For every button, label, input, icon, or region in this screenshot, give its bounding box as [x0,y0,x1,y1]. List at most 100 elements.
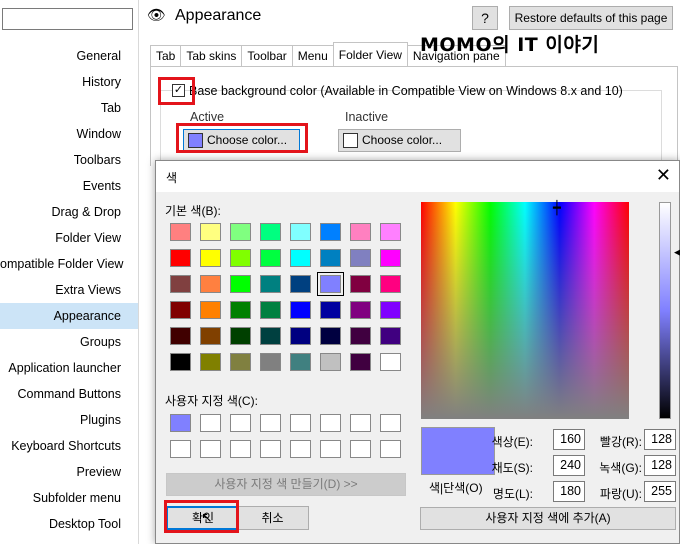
custom-color-swatch[interactable] [230,440,251,458]
custom-color-swatch[interactable] [380,440,401,458]
basic-color-swatch[interactable] [200,327,221,345]
basic-color-swatch[interactable] [200,275,221,293]
color-spectrum[interactable] [421,202,629,419]
basic-color-swatch[interactable] [350,275,371,293]
basic-color-swatch[interactable] [350,353,371,371]
custom-color-swatch[interactable] [170,414,191,432]
add-to-custom-colors-button[interactable]: 사용자 지정 색에 추가(A) [420,507,676,530]
sidebar-item-keyboard-shortcuts[interactable]: Keyboard Shortcuts [0,433,138,459]
basic-color-swatch[interactable] [260,327,281,345]
custom-color-swatch[interactable] [200,440,221,458]
basic-color-swatch[interactable] [290,353,311,371]
basic-color-swatch[interactable] [290,327,311,345]
sidebar-item-window[interactable]: Window [0,121,138,147]
basic-color-swatch[interactable] [230,223,251,241]
basic-color-swatch[interactable] [320,301,341,319]
sidebar-item-desktop-tool[interactable]: Desktop Tool [0,511,138,537]
basic-color-swatch[interactable] [350,301,371,319]
basic-color-swatch[interactable] [290,249,311,267]
sidebar-item-application-launcher[interactable]: Application launcher [0,355,138,381]
custom-color-swatch[interactable] [350,440,371,458]
basic-color-swatch[interactable] [290,301,311,319]
basic-color-swatch[interactable] [380,275,401,293]
blue-field[interactable]: 255 [644,481,676,502]
sidebar-item-drag-drop[interactable]: Drag & Drop [0,199,138,225]
sidebar-item-history[interactable]: History [0,69,138,95]
basic-color-swatch[interactable] [230,275,251,293]
sidebar-item-toolbars[interactable]: Toolbars [0,147,138,173]
basic-color-swatch[interactable] [290,275,311,293]
red-field[interactable]: 128 [644,429,676,450]
basic-color-swatch[interactable] [200,301,221,319]
basic-color-swatch[interactable] [170,223,191,241]
basic-color-swatch[interactable] [170,301,191,319]
basic-color-swatch[interactable] [350,249,371,267]
sidebar-item-tab[interactable]: Tab [0,95,138,121]
basic-color-swatch[interactable] [260,249,281,267]
custom-color-swatch[interactable] [320,440,341,458]
basic-color-swatch[interactable] [380,223,401,241]
sidebar-item-plugins[interactable]: Plugins [0,407,138,433]
tab-menu[interactable]: Menu [291,45,334,66]
slider-arrow-icon[interactable]: ◀ [674,244,680,260]
custom-color-swatch[interactable] [170,440,191,458]
basic-color-swatch[interactable] [317,272,344,296]
basic-color-swatch[interactable] [200,353,221,371]
basic-color-swatch[interactable] [260,353,281,371]
basic-color-swatch[interactable] [230,327,251,345]
custom-color-swatch[interactable] [260,414,281,432]
basic-color-swatch[interactable] [380,353,401,371]
sidebar-item-command-buttons[interactable]: Command Buttons [0,381,138,407]
restore-defaults-button[interactable]: Restore defaults of this page [509,6,673,30]
basic-color-swatch[interactable] [230,301,251,319]
basic-color-swatch[interactable] [200,223,221,241]
saturation-field[interactable]: 240 [553,455,585,476]
basic-color-swatch[interactable] [260,301,281,319]
close-icon[interactable]: ✕ [656,165,671,185]
basic-color-swatch[interactable] [170,353,191,371]
luminosity-field[interactable]: 180 [553,481,585,502]
custom-color-swatch[interactable] [260,440,281,458]
basic-color-swatch[interactable] [350,327,371,345]
basic-color-swatch[interactable] [320,223,341,241]
custom-color-swatch[interactable] [380,414,401,432]
basic-color-swatch[interactable] [320,353,341,371]
sidebar-search-input[interactable] [2,8,133,30]
basic-color-swatch[interactable] [230,353,251,371]
sidebar-item-extra-views[interactable]: Extra Views [0,277,138,303]
tab-tab-skins[interactable]: Tab skins [180,45,243,66]
hue-field[interactable]: 160 [553,429,585,450]
sidebar-item-groups[interactable]: Groups [0,329,138,355]
basic-color-swatch[interactable] [290,223,311,241]
sidebar-item-events[interactable]: Events [0,173,138,199]
tab-toolbar[interactable]: Toolbar [241,45,293,66]
base-background-checkbox[interactable]: ✓ [172,84,185,97]
inactive-choose-color-button[interactable]: Choose color... [338,129,461,152]
basic-color-swatch[interactable] [380,301,401,319]
tab-tab[interactable]: Tab [150,45,182,66]
cancel-button[interactable]: 취소 [236,506,309,530]
sidebar-item-appearance[interactable]: Appearance [0,303,138,329]
basic-color-swatch[interactable] [350,223,371,241]
basic-color-swatch[interactable] [260,275,281,293]
basic-color-swatch[interactable] [230,249,251,267]
basic-color-swatch[interactable] [170,327,191,345]
basic-color-swatch[interactable] [320,327,341,345]
luminosity-slider[interactable] [659,202,671,419]
basic-color-swatch[interactable] [320,249,341,267]
sidebar-item-folder-view[interactable]: Folder View [0,225,138,251]
sidebar-item-subfolder-menu[interactable]: Subfolder menu [0,485,138,511]
custom-color-swatch[interactable] [230,414,251,432]
green-field[interactable]: 128 [644,455,676,476]
active-choose-color-button[interactable]: Choose color... [183,129,300,152]
basic-color-swatch[interactable] [200,249,221,267]
custom-color-swatch[interactable] [200,414,221,432]
sidebar-item-general[interactable]: General [0,43,138,69]
basic-color-swatch[interactable] [170,249,191,267]
basic-color-swatch[interactable] [260,223,281,241]
custom-color-swatch[interactable] [290,440,311,458]
sidebar-item-ompatible-folder-view[interactable]: ompatible Folder View [0,251,138,277]
define-custom-colors-button[interactable]: 사용자 지정 색 만들기(D) >> [166,473,406,496]
basic-color-swatch[interactable] [170,275,191,293]
sidebar-item-preview[interactable]: Preview [0,459,138,485]
